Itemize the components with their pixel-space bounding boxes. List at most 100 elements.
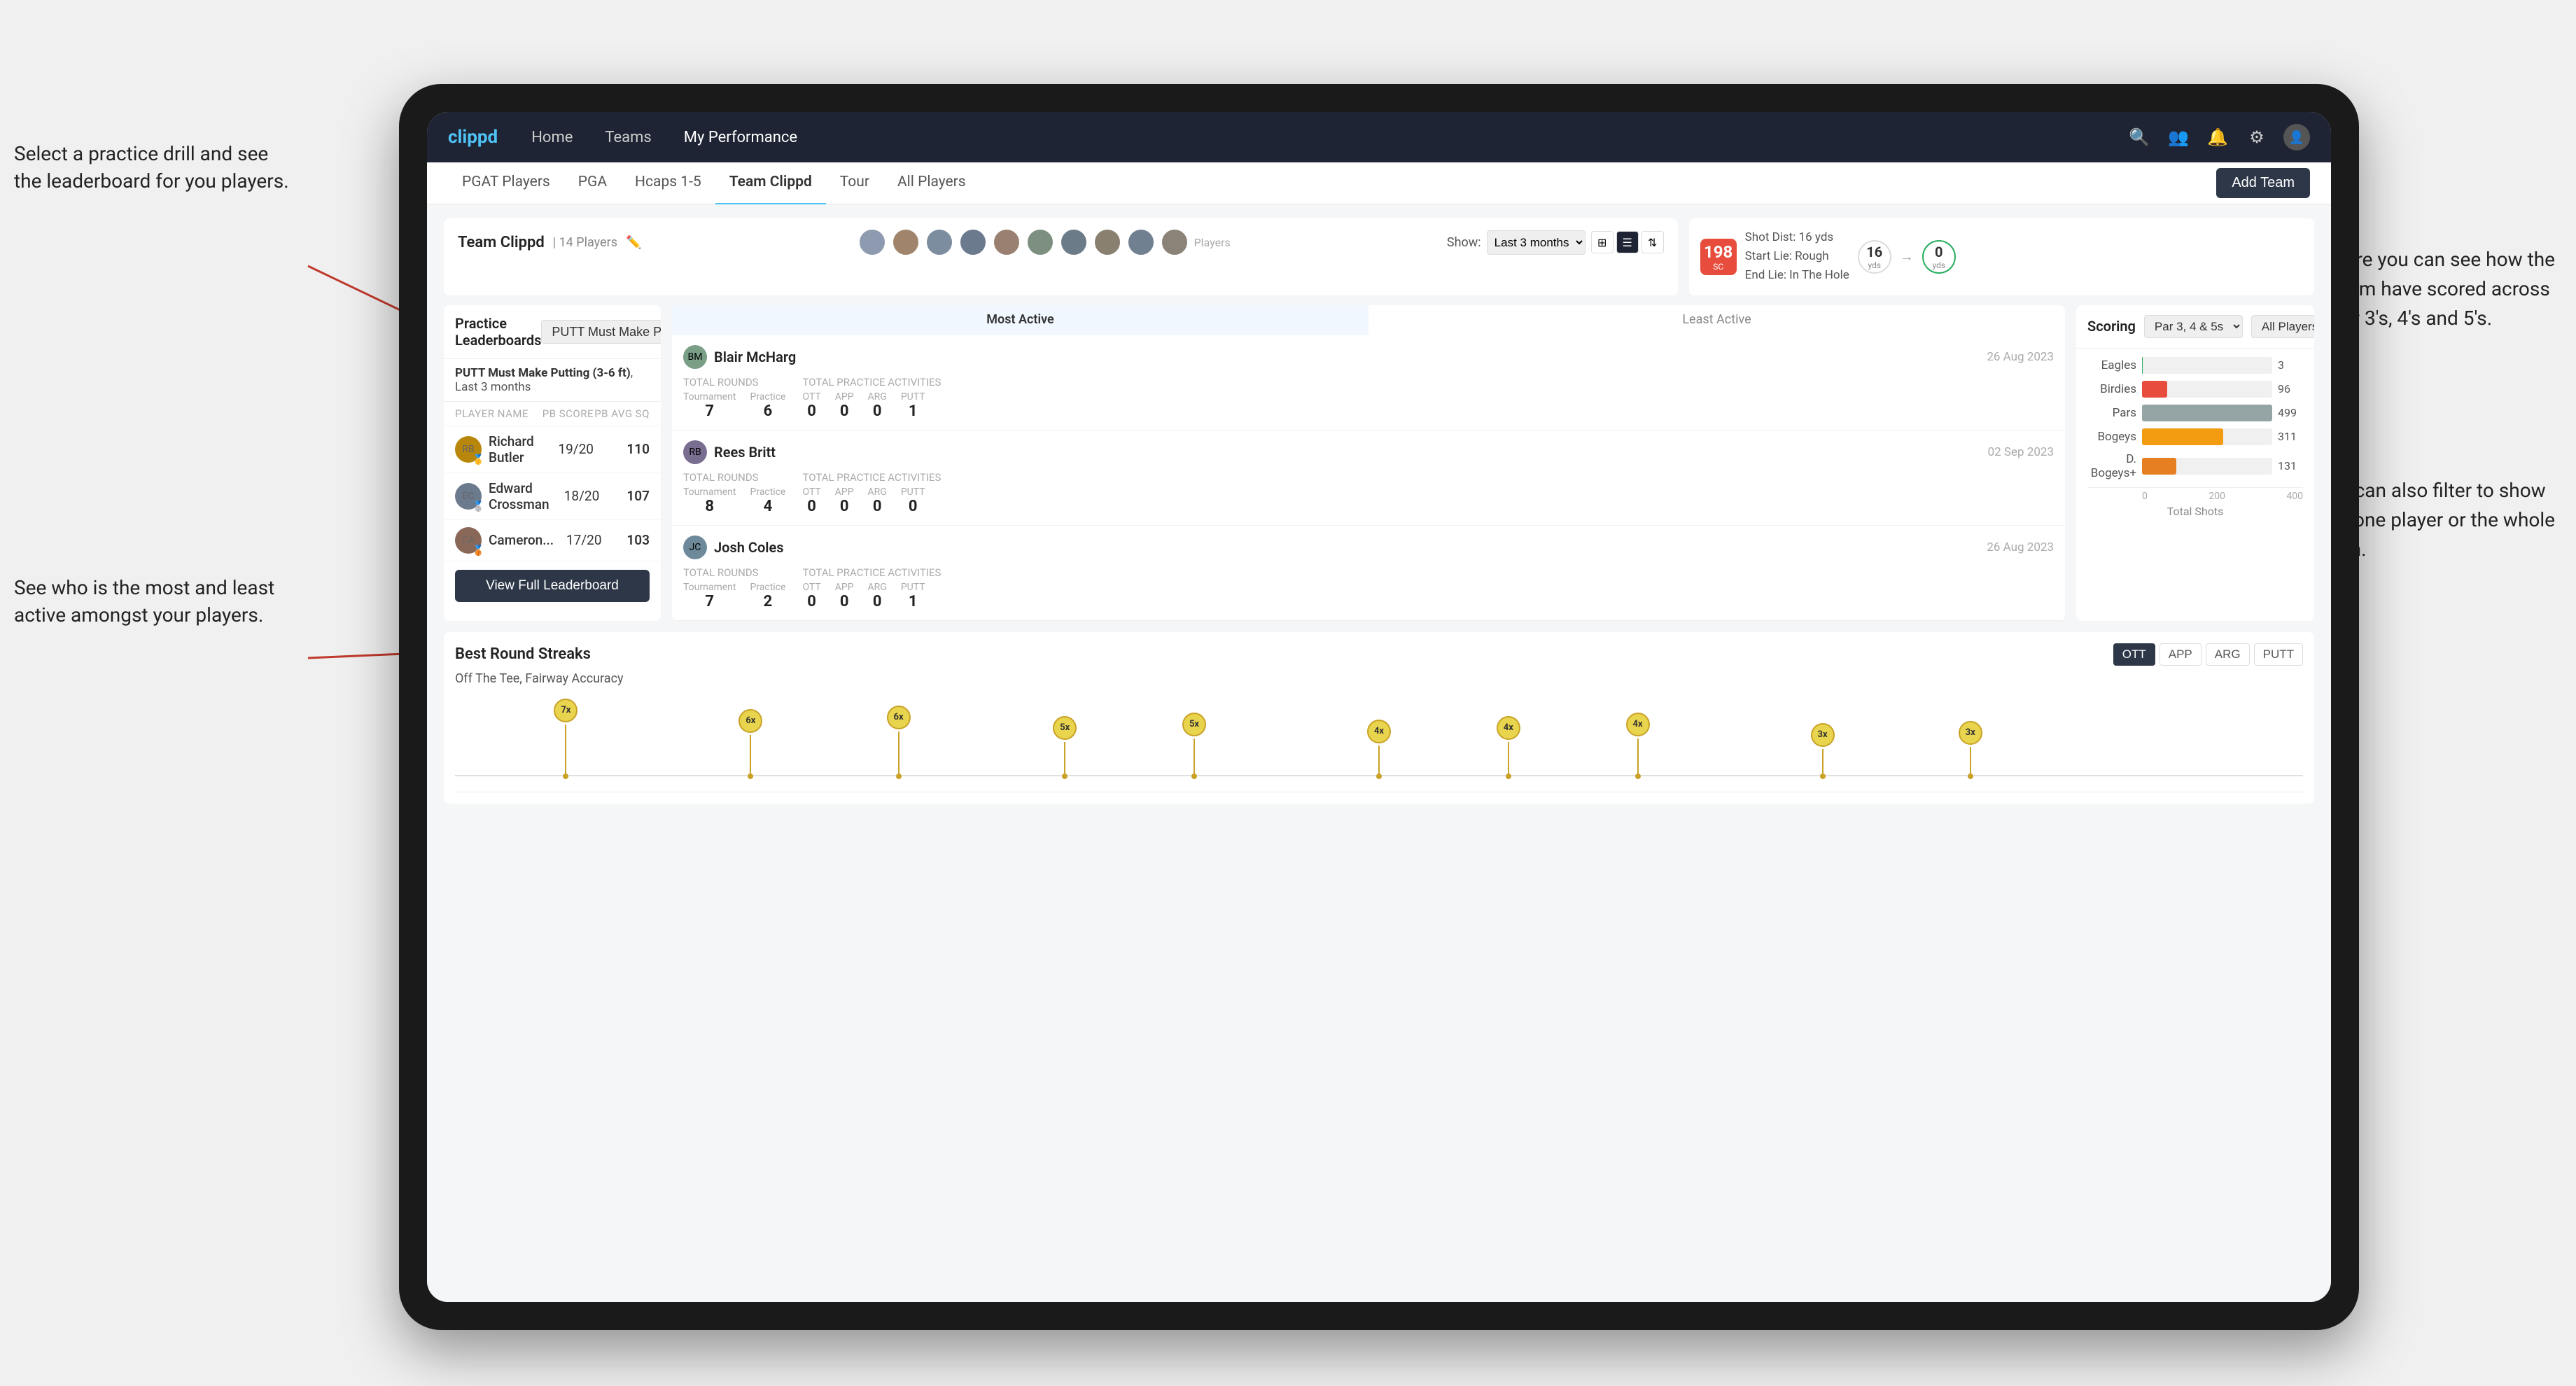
nav-link-myperformance[interactable]: My Performance — [678, 126, 803, 149]
scoring-par-filter[interactable]: Par 3, 4 & 5s — [2144, 315, 2243, 338]
streaks-title: Best Round Streaks — [455, 645, 591, 663]
view-full-leaderboard-button[interactable]: View Full Leaderboard — [455, 570, 650, 602]
pac-header-1: BM Blair McHarg 26 Aug 2023 — [683, 345, 2054, 369]
streak-tab-ott[interactable]: OTT — [2113, 643, 2155, 666]
bar-row: Eagles 3 — [2087, 357, 2303, 374]
search-icon[interactable]: 🔍 — [2127, 125, 2152, 150]
streak-dot-circle — [1376, 774, 1382, 779]
bar-value: 499 — [2278, 406, 2303, 419]
score-badge: 198 SC — [1700, 239, 1737, 275]
bar-track — [2142, 381, 2272, 398]
pac-header-3: JC Josh Coles 26 Aug 2023 — [683, 536, 2054, 559]
bar-track — [2142, 428, 2272, 445]
team-header-panel: Team Clippd | 14 Players ✏️ — [444, 218, 1678, 295]
player-avatar-wrap: EC 🥈 — [455, 483, 482, 510]
show-filter: Show: Last 3 months Last 6 months Last y… — [1447, 230, 1664, 255]
streak-tab-putt[interactable]: PUTT — [2254, 643, 2303, 666]
pac-date-2: 02 Sep 2023 — [1988, 445, 2054, 459]
leaderboard-drill-select[interactable]: PUTT Must Make Putting ... — [541, 320, 661, 344]
pac-date-3: 26 Aug 2023 — [1987, 540, 2054, 554]
filter-view-btn[interactable]: ⇅ — [1642, 231, 1664, 253]
streak-dot-circle — [1506, 774, 1511, 779]
bar-value: 131 — [2278, 459, 2303, 472]
show-period-select[interactable]: Last 3 months Last 6 months Last year — [1487, 230, 1586, 255]
players-label: Players — [1194, 236, 1231, 249]
view-toggle: ⊞ ☰ ⇅ — [1591, 231, 1664, 253]
tab-most-active[interactable]: Most Active — [672, 305, 1368, 335]
streak-tab-arg[interactable]: ARG — [2206, 643, 2250, 666]
bell-icon[interactable]: 🔔 — [2205, 125, 2230, 150]
streak-dot-line — [1378, 746, 1380, 774]
people-icon[interactable]: 👥 — [2166, 125, 2191, 150]
streak-dot-group: 3x — [1811, 723, 1835, 779]
bar-track — [2142, 357, 2272, 374]
streak-dot-group: 5x — [1182, 713, 1206, 779]
streak-tab-app[interactable]: APP — [2160, 643, 2202, 666]
subnav-teamclippd[interactable]: Team Clippd — [715, 161, 826, 205]
settings-icon[interactable]: ⚙ — [2244, 125, 2269, 150]
streaks-subtitle: Off The Tee, Fairway Accuracy — [455, 671, 2303, 686]
streak-dot-group: 7x — [554, 699, 578, 779]
streak-dot-line — [1822, 749, 1823, 774]
subnav-tour[interactable]: Tour — [826, 161, 883, 205]
avatar — [1161, 228, 1189, 256]
user-avatar[interactable]: 👤 — [2283, 124, 2310, 150]
practice-activities-group-3: Total Practice Activities OTT 0 APP 0 — [802, 566, 941, 610]
annotation-right-1: Here you can see how the team have score… — [2332, 245, 2555, 333]
bar-fill — [2142, 381, 2167, 398]
pac-name-1: Blair McHarg — [714, 349, 796, 365]
nav-link-teams[interactable]: Teams — [599, 126, 657, 149]
bar-fill — [2142, 405, 2272, 421]
bar-label: Eagles — [2087, 358, 2136, 372]
avatar — [1127, 228, 1155, 256]
pac-header-2: RB Rees Britt 02 Sep 2023 — [683, 440, 2054, 464]
subnav-pga[interactable]: PGA — [564, 161, 621, 205]
tab-least-active[interactable]: Least Active — [1368, 305, 2065, 335]
practice-activities-group-2: Total Practice Activities OTT 0 APP 0 — [802, 471, 941, 515]
grid-view-btn[interactable]: ⊞ — [1591, 231, 1614, 253]
streak-dot-group: 6x — [738, 709, 762, 779]
add-team-button[interactable]: Add Team — [2216, 168, 2310, 198]
pac-name-2: Rees Britt — [714, 444, 776, 461]
activity-card-2: RB Rees Britt 02 Sep 2023 Total Rounds T… — [672, 430, 2065, 526]
avatar — [925, 228, 953, 256]
nav-link-home[interactable]: Home — [526, 126, 578, 149]
bar-row: Birdies 96 — [2087, 381, 2303, 398]
bar-label: Birdies — [2087, 382, 2136, 396]
score-card-panel: 198 SC Shot Dist: 16 yds Start Lie: Roug… — [1689, 218, 2314, 295]
activity-card-1: BM Blair McHarg 26 Aug 2023 Total Rounds… — [672, 335, 2065, 430]
streak-dot-label: 6x — [887, 706, 911, 729]
streak-dot-label: 4x — [1367, 720, 1391, 743]
streak-dot-circle — [1191, 774, 1197, 779]
list-view-btn[interactable]: ☰ — [1616, 231, 1639, 253]
streak-dot-circle — [1968, 774, 1973, 779]
player-score: 18/20 — [550, 488, 600, 504]
streaks-header: Best Round Streaks OTT APP ARG PUTT — [455, 643, 2303, 666]
bar-chart: Eagles 3 Birdies 96 Pars 499 Bogeys 311 — [2076, 349, 2314, 533]
player-name: Cameron... — [489, 532, 554, 548]
player-avg: 103 — [602, 532, 650, 548]
activity-tabs: Most Active Least Active — [672, 305, 2065, 335]
streak-dot-line — [750, 735, 751, 774]
bar-fill — [2142, 357, 2143, 374]
subnav-allplayers[interactable]: All Players — [883, 161, 980, 205]
player-score: 19/20 — [538, 441, 594, 457]
streak-dot-circle — [896, 774, 902, 779]
streak-dot-circle — [1820, 774, 1826, 779]
activity-panel: Most Active Least Active BM Blair McHarg… — [672, 305, 2065, 621]
total-rounds-group-3: Total Rounds Tournament 7 Practice 2 — [683, 566, 785, 610]
three-col-layout: Practice Leaderboards PUTT Must Make Put… — [444, 305, 2314, 621]
scoring-players-filter[interactable]: All Players — [2251, 315, 2314, 338]
avatar — [959, 228, 987, 256]
streak-dot-circle — [748, 774, 753, 779]
score-circle-2: 0 yds — [1922, 240, 1956, 274]
pac-name-3: Josh Coles — [714, 539, 784, 556]
subnav-pgat[interactable]: PGAT Players — [448, 161, 564, 205]
main-content: Team Clippd | 14 Players ✏️ — [427, 204, 2331, 1302]
avatar — [993, 228, 1021, 256]
subnav-hcaps[interactable]: Hcaps 1-5 — [621, 161, 715, 205]
player-name: Richard Butler — [489, 433, 538, 465]
streak-dot-line — [1064, 742, 1065, 774]
pac-stats-1: Total Rounds Tournament 7 Practice 6 — [683, 376, 2054, 420]
edit-icon[interactable]: ✏️ — [626, 235, 641, 250]
